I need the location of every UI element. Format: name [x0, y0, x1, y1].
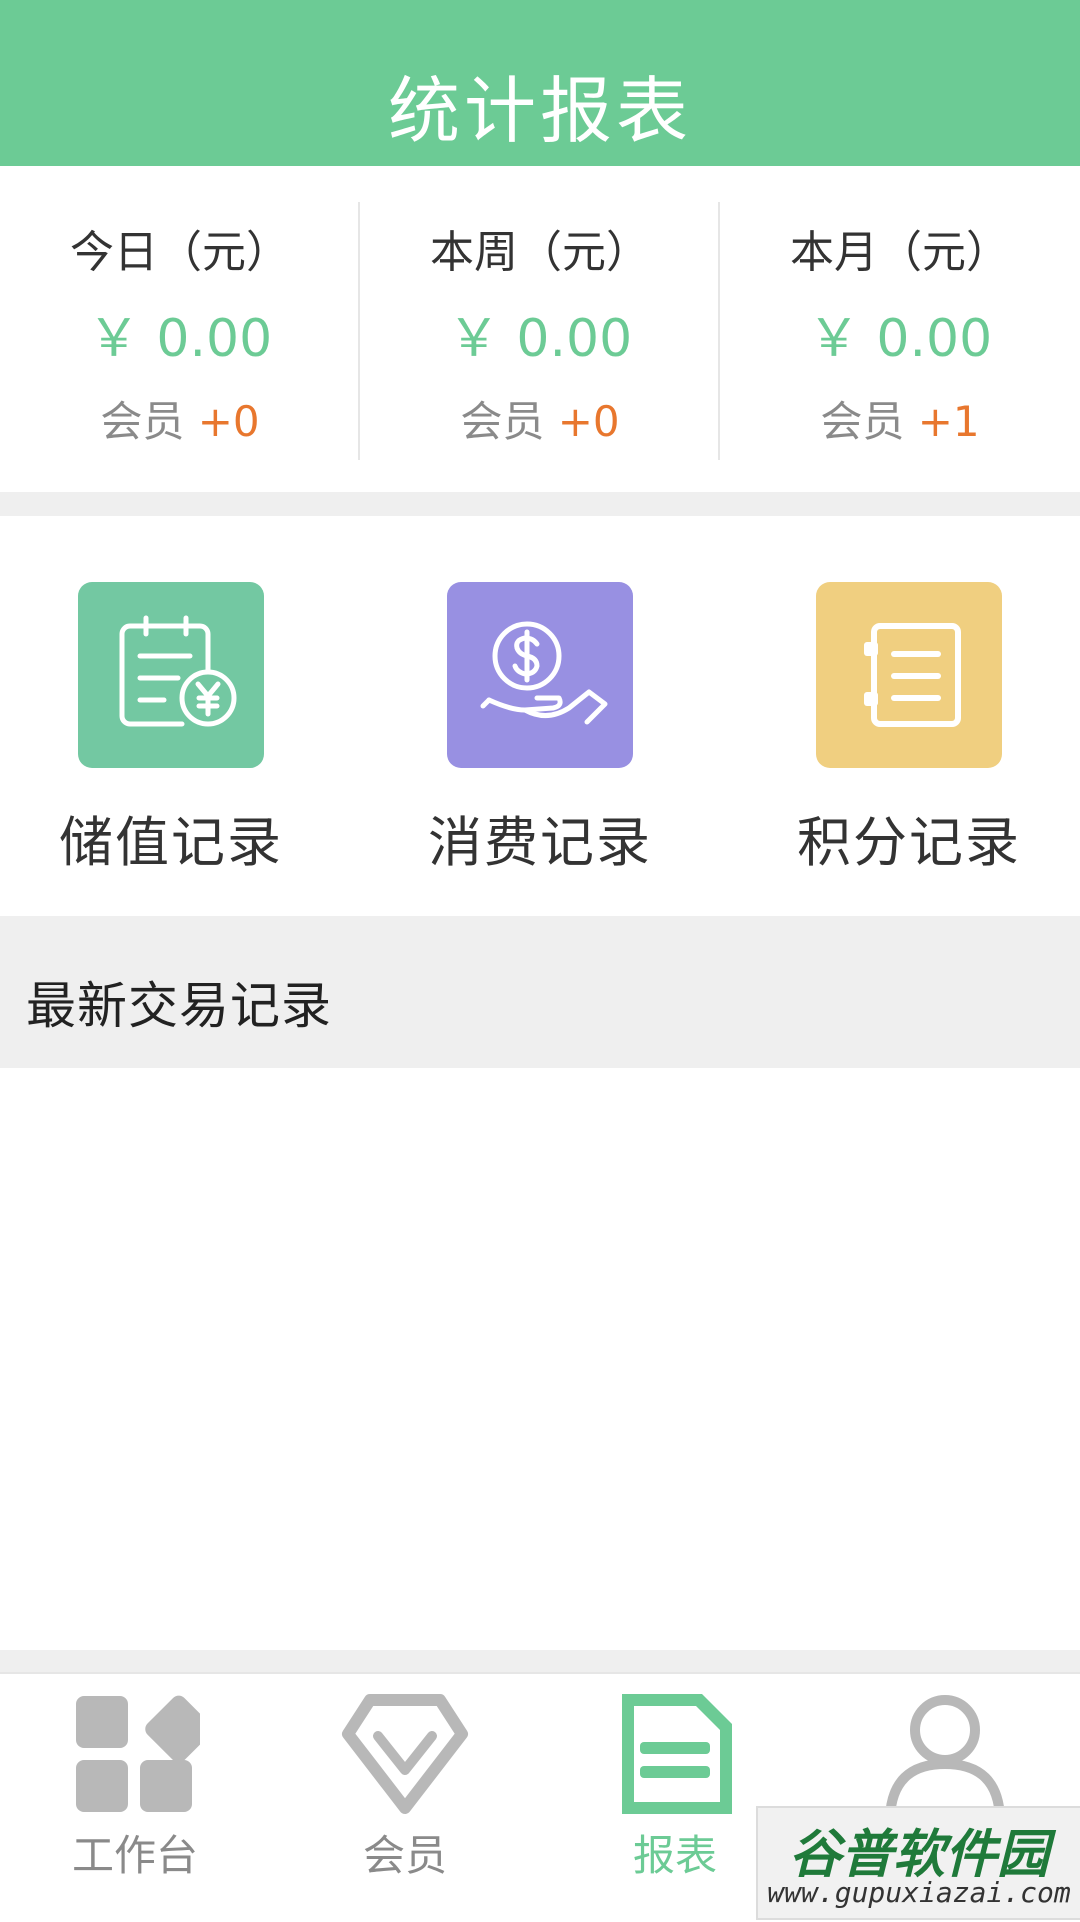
page-title: 统计报表	[387, 69, 692, 153]
stat-today[interactable]: 今日（元） ￥ 0.00 会员 +0	[0, 166, 360, 492]
shortcut-label: 储值记录	[59, 811, 283, 874]
consumption-record-button[interactable]: 消费记录	[369, 516, 729, 916]
dashboard-icon	[70, 1690, 213, 1820]
stat-members: 会员 +0	[360, 388, 720, 449]
shortcut-label: 积分记录	[797, 811, 1021, 874]
stats-panel: 今日（元） ￥ 0.00 会员 +0 本周（元） ￥ 0.00 会员 +0 本月…	[0, 166, 1080, 492]
latest-transactions-header: 最新交易记录	[0, 916, 1080, 1068]
stat-label: 本月（元）	[790, 227, 1010, 278]
watermark-logo: 谷普软件园 www.gupuxiazai.com	[756, 1806, 1080, 1920]
stat-month[interactable]: 本月（元） ￥ 0.00 会员 +1	[720, 166, 1080, 492]
section-gap	[0, 492, 1080, 516]
watermark-url: www.gupuxiazai.com	[767, 1876, 1071, 1909]
members-delta: +1	[917, 397, 980, 446]
members-label: 会员	[100, 397, 185, 446]
stat-label: 今日（元）	[70, 227, 290, 278]
stat-members: 会员 +0	[0, 388, 360, 449]
stored-value-icon	[78, 582, 264, 768]
stat-members: 会员 +1	[720, 388, 1080, 449]
stat-amount: ￥ 0.00	[807, 309, 993, 369]
shortcut-grid: 储值记录 消费记录 积分记录	[0, 516, 1080, 916]
section-title: 最新交易记录	[26, 977, 332, 1035]
stat-amount: ￥ 0.00	[87, 309, 273, 369]
stat-label: 本周（元）	[430, 227, 650, 278]
members-label: 会员	[460, 397, 545, 446]
shortcut-label: 消费记录	[428, 811, 652, 874]
stat-amount: ￥ 0.00	[447, 309, 633, 369]
tab-label: 会员	[362, 1831, 447, 1880]
points-record-button[interactable]: 积分记录	[738, 516, 1080, 916]
stored-value-record-button[interactable]: 储值记录	[0, 516, 360, 916]
payment-hand-icon	[447, 582, 633, 768]
tab-members[interactable]: 会员	[270, 1674, 540, 1922]
app-header: 统计报表	[0, 0, 1080, 166]
diamond-icon	[340, 1690, 470, 1820]
report-icon	[610, 1690, 740, 1820]
members-label: 会员	[820, 397, 905, 446]
tab-label: 工作台	[71, 1831, 198, 1880]
members-delta: +0	[557, 397, 620, 446]
tab-dashboard[interactable]: 工作台	[0, 1674, 270, 1922]
user-icon	[880, 1690, 1010, 1820]
notebook-icon	[816, 582, 1002, 768]
bottom-gap	[0, 1650, 1080, 1672]
stat-week[interactable]: 本周（元） ￥ 0.00 会员 +0	[360, 166, 720, 492]
members-delta: +0	[197, 397, 260, 446]
